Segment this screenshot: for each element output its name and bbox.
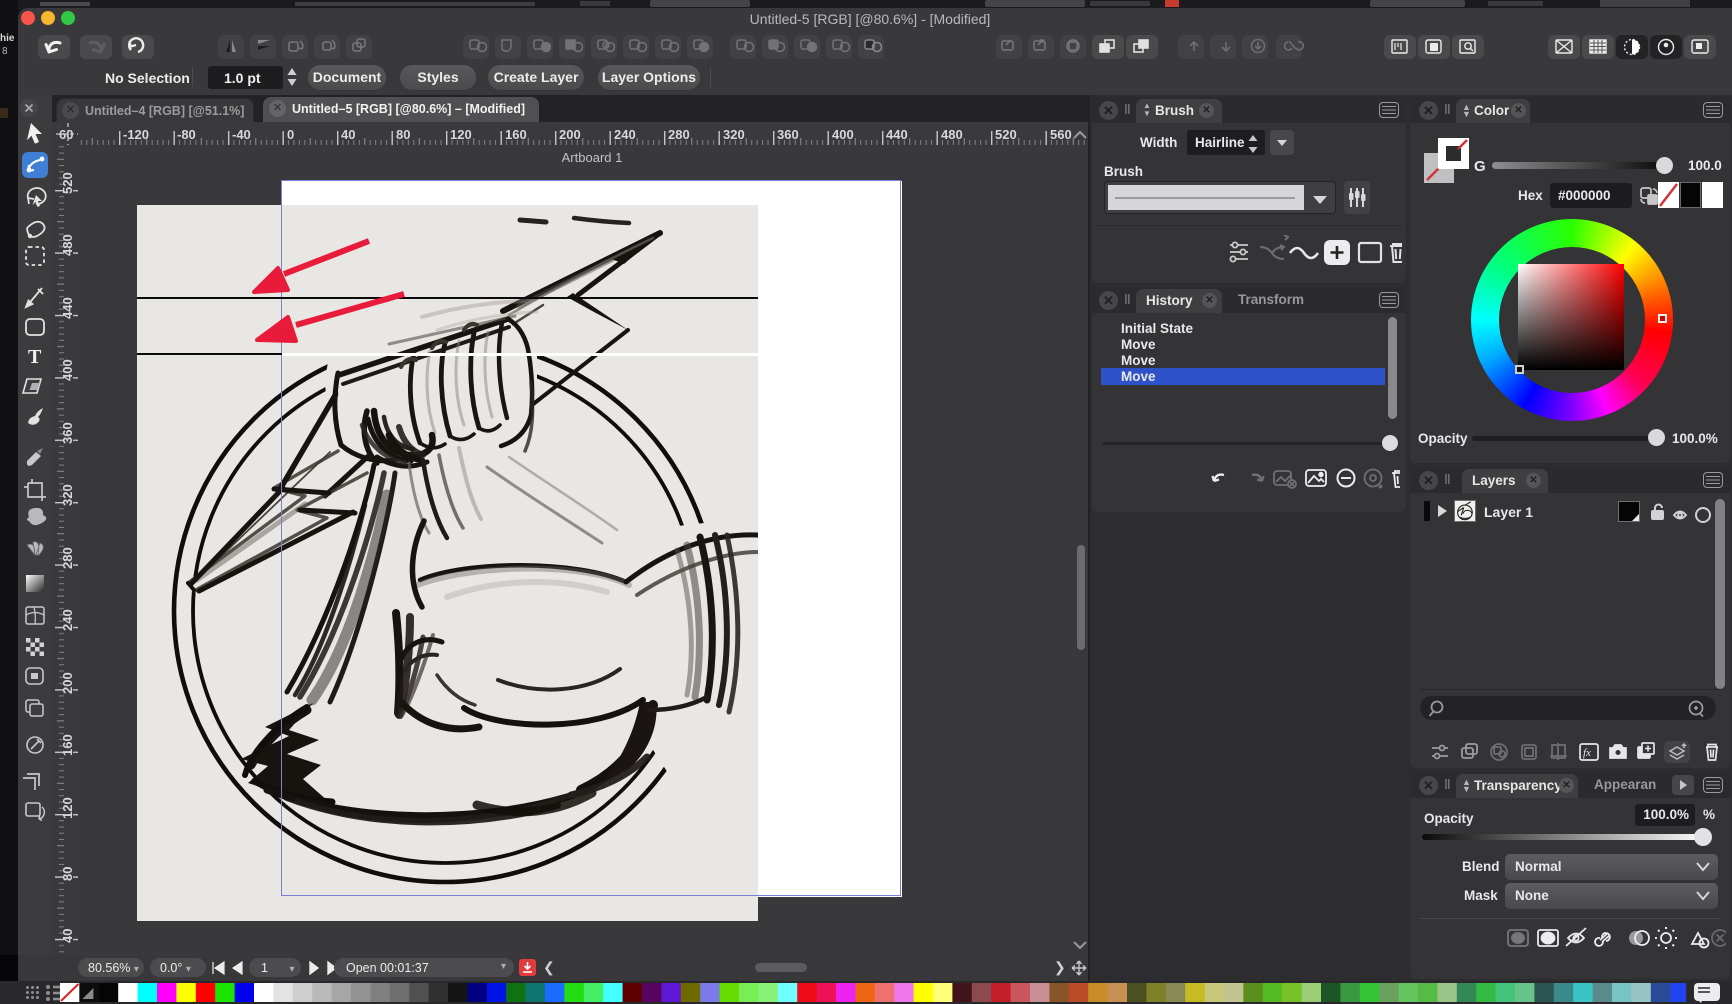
svg-text:80: 80: [396, 127, 410, 142]
svg-text:fx: fx: [1583, 747, 1591, 759]
svg-text:T: T: [28, 346, 42, 368]
svg-text:320: 320: [723, 127, 745, 142]
svg-text:240: 240: [60, 609, 75, 631]
svg-text:200: 200: [60, 672, 75, 694]
svg-text:440: 440: [886, 127, 908, 142]
svg-text:560: 560: [1050, 127, 1072, 142]
svg-text:80: 80: [60, 867, 75, 881]
svg-text:480: 480: [60, 234, 75, 256]
svg-text:480: 480: [941, 127, 963, 142]
svg-text:320: 320: [60, 484, 75, 506]
svg-text:40: 40: [341, 127, 355, 142]
svg-text:200: 200: [559, 127, 581, 142]
svg-text:400: 400: [60, 359, 75, 381]
svg-text:160: 160: [505, 127, 527, 142]
svg-text:120: 120: [450, 127, 472, 142]
svg-text:-40: -40: [232, 127, 251, 142]
svg-text:520: 520: [995, 127, 1017, 142]
svg-text:0: 0: [287, 127, 294, 142]
svg-text:400: 400: [832, 127, 854, 142]
svg-text:160: 160: [60, 734, 75, 756]
svg-text:-120: -120: [123, 127, 149, 142]
svg-text:-80: -80: [177, 127, 196, 142]
svg-text:240: 240: [614, 127, 636, 142]
svg-text:360: 360: [777, 127, 799, 142]
svg-text:360: 360: [60, 422, 75, 444]
svg-text:440: 440: [60, 297, 75, 319]
svg-text:520: 520: [60, 172, 75, 194]
svg-text:120: 120: [60, 797, 75, 819]
svg-text:280: 280: [60, 547, 75, 569]
svg-text:40: 40: [60, 929, 75, 943]
svg-text:280: 280: [668, 127, 690, 142]
